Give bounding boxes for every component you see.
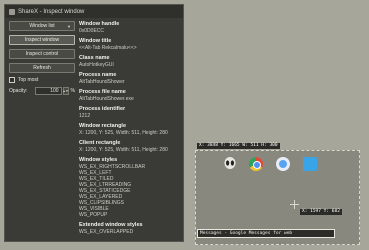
info-label: Window rectangle <box>79 123 127 129</box>
info-label: Window title <box>79 38 112 44</box>
info-section: Process file name AltTabHoundShower.exe <box>79 89 179 102</box>
info-section: Window title <<Alt-Tab Rekcalmalu<<> <box>79 38 179 51</box>
chat-icon[interactable] <box>303 157 317 171</box>
alt-tab-icons <box>224 157 317 171</box>
info-value: 0x0D0ECC <box>79 28 105 34</box>
chrome-icon[interactable] <box>249 157 263 171</box>
info-section: Window rectangle X: 1200, Y: 525, Width: … <box>79 123 179 136</box>
info-value: AutoHotkeyGUI <box>79 62 114 68</box>
window-list-label: Window list <box>29 23 55 29</box>
info-value: AltTabHoundShower.exe <box>79 96 134 102</box>
info-section: Window styles WS_EX_RIGHTSCROLLBAR WS_EX_L… <box>79 157 179 218</box>
info-section: Process identifier 1212 <box>79 106 179 119</box>
title-bar: ShareX - Inspect window <box>5 5 183 18</box>
crosshair-icon <box>290 200 299 209</box>
info-label: Process name <box>79 72 117 78</box>
info-value: X: 1200, Y: 525, Width: 511, Height: 280 <box>79 147 168 153</box>
info-label: Process file name <box>79 89 126 95</box>
info-value: WS_EX_OVERLAPPED <box>79 229 134 235</box>
refresh-label: Refresh <box>33 65 51 71</box>
opacity-label: Opacity: <box>9 88 28 94</box>
window-title: ShareX - Inspect window <box>18 8 85 15</box>
info-label: Window styles <box>79 157 118 163</box>
cursor-coordinate-label: X: 1597 Y: 682 <box>300 209 342 215</box>
window-info-panel: Window handle 0x0D0ECC Window title <<Alt-T… <box>79 21 179 239</box>
info-value: 1212 <box>79 113 91 119</box>
opacity-stepper[interactable]: 100 <box>35 87 62 95</box>
dropdown-arrow-icon: ▼ <box>67 23 71 29</box>
info-label: Process identifier <box>79 106 126 112</box>
info-section: Client rectangle X: 1200, Y: 525, Width: … <box>79 140 179 153</box>
opacity-value: 100 <box>50 88 59 94</box>
info-label: Window handle <box>79 21 120 27</box>
info-value: WS_POPUP <box>79 212 108 218</box>
alien-icon[interactable] <box>224 157 236 171</box>
info-section: Extended window styles WS_EX_OVERLAPPED <box>79 222 179 235</box>
info-section: Window handle 0x0D0ECC <box>79 21 179 34</box>
left-controls: Window list ▼ Inspect window Inspect con… <box>9 21 75 95</box>
inspect-window-button[interactable]: Inspect window <box>9 35 75 45</box>
message-title-bar: Messages - Google Messages for web <box>197 229 335 238</box>
opacity-unit: % <box>70 88 75 94</box>
topmost-checkbox[interactable] <box>9 77 15 83</box>
stepper-arrows-icon[interactable]: ▲▼ <box>62 87 69 95</box>
inspect-window: ShareX - Inspect window Window list ▼ In… <box>4 4 184 242</box>
opacity-row: Opacity: 100 ▲▼ % <box>9 87 75 95</box>
inspect-window-label: Inspect window <box>24 37 60 43</box>
info-label: Class name <box>79 55 110 61</box>
inspect-control-button[interactable]: Inspect control <box>9 49 75 59</box>
inspect-control-label: Inspect control <box>25 51 59 57</box>
topmost-label: Top most <box>18 77 39 83</box>
info-label: Extended window styles <box>79 222 143 228</box>
region-info-label: X: 3848 Y: 1665 W: 511 H: 300 <box>197 143 280 149</box>
messages-icon[interactable] <box>276 157 290 171</box>
info-section: Class name AutoHotkeyGUI <box>79 55 179 68</box>
info-section: Process name AltTabHoundShower <box>79 72 179 85</box>
sharex-icon <box>9 8 15 15</box>
window-list-button[interactable]: Window list ▼ <box>9 21 75 31</box>
info-value: X: 1200, Y: 525, Width: 511, Height: 280 <box>79 130 168 136</box>
refresh-button[interactable]: Refresh <box>9 63 75 73</box>
topmost-row: Top most <box>9 77 75 83</box>
info-value: AltTabHoundShower <box>79 79 125 85</box>
info-value: <<Alt-Tab Rekcalmalu<<> <box>79 45 137 51</box>
info-label: Client rectangle <box>79 140 121 146</box>
